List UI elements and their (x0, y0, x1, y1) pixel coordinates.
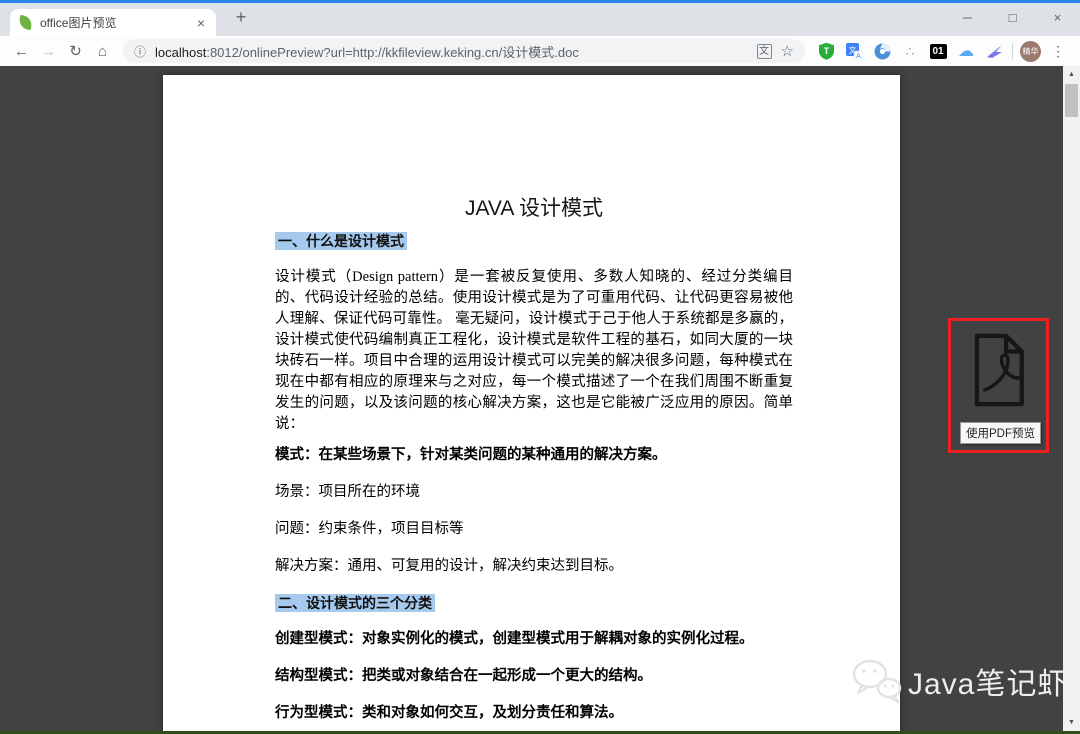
document-page: JAVA 设计模式 一、什么是设计模式 设计模式（Design pattern）… (163, 75, 900, 734)
new-tab-button[interactable]: + (228, 7, 254, 28)
section-heading: 二、设计模式的三个分类 (275, 593, 793, 613)
pdf-tooltip: 使用PDF预览 (960, 422, 1041, 444)
pdf-file-icon (974, 333, 1024, 407)
vertical-scrollbar[interactable]: ▲ ▼ (1063, 66, 1080, 734)
tab-title: office图片预览 (40, 16, 117, 30)
document-title: JAVA 设计模式 (464, 197, 604, 220)
browser-window: office图片预览 × + ─ □ × ← → ↻ ⌂ ⓘ localhost… (0, 0, 1080, 734)
scroll-up-icon[interactable]: ▲ (1063, 67, 1080, 82)
bold-line: 模式：在某些场景下，针对某类问题的某种通用的解决方案。 (275, 447, 667, 463)
bold-line: 结构型模式：把类或对象结合在一起形成一个更大的结构。 (275, 668, 652, 684)
window-minimize-button[interactable]: ─ (945, 3, 990, 33)
paragraph: 场景：项目所在的环境 (275, 484, 420, 500)
profile-avatar[interactable]: 精华 (1020, 40, 1041, 62)
url-text[interactable]: localhost:8012/onlinePreview?url=http://… (155, 42, 749, 61)
badge-01-label: 01 (929, 43, 947, 59)
tab-strip: office图片预览 × + ─ □ × (0, 3, 1080, 36)
badge-01-extension-icon[interactable]: 01 (929, 42, 947, 60)
tree-extension-icon[interactable]: ∴ (901, 42, 919, 60)
page-viewport: JAVA 设计模式 一、什么是设计模式 设计模式（Design pattern）… (0, 66, 1080, 734)
window-maximize-button[interactable]: □ (990, 3, 1035, 33)
browser-tab[interactable]: office图片预览 × (10, 9, 216, 36)
spring-leaf-favicon (17, 14, 34, 31)
menu-dots-icon[interactable]: ⋮ (1044, 43, 1072, 60)
translate-extension-icon[interactable]: 文A (845, 42, 863, 60)
bold-line: 创建型模式：对象实例化的模式，创建型模式用于解耦对象的实例化过程。 (275, 631, 754, 647)
bird-extension-icon[interactable] (985, 42, 1003, 60)
url-path: :8012/onlinePreview?url=http://kkfilevie… (206, 44, 579, 60)
address-bar[interactable]: ⓘ localhost:8012/onlinePreview?url=http:… (123, 39, 805, 63)
forward-button[interactable]: → (35, 43, 62, 60)
reload-button[interactable]: ↻ (62, 42, 89, 60)
translate-page-icon[interactable]: 文 (756, 43, 772, 59)
paragraph: 设计模式（Design pattern）是一套被反复使用、多数人知晓的、经过分类… (275, 269, 793, 432)
section-heading: 一、什么是设计模式 (275, 231, 793, 251)
svg-text:T: T (823, 46, 829, 56)
toolbar-divider (1012, 43, 1013, 59)
swirl-extension-icon[interactable] (873, 42, 891, 60)
bold-line: 行为型模式：类和对象如何交互，及划分责任和算法。 (275, 705, 623, 721)
svg-text:A: A (856, 53, 861, 60)
document-body: JAVA 设计模式 一、什么是设计模式 设计模式（Design pattern）… (163, 75, 900, 734)
window-close-button[interactable]: × (1035, 3, 1080, 33)
watermark-text: Java笔记虾 (908, 668, 1069, 701)
page-info-icon[interactable]: ⓘ (134, 43, 146, 60)
paragraph: 解决方案：通用、可复用的设计，解决约束达到目标。 (275, 558, 623, 574)
extension-icons: T 文A ∴ 01 ☁ (812, 42, 1008, 60)
home-button[interactable]: ⌂ (89, 43, 116, 60)
scrollbar-thumb[interactable] (1065, 84, 1078, 117)
browser-toolbar: ← → ↻ ⌂ ⓘ localhost:8012/onlinePreview?u… (0, 36, 1080, 66)
scroll-down-icon[interactable]: ▼ (1063, 715, 1080, 730)
window-controls: ─ □ × (945, 3, 1080, 33)
bookmark-star-icon[interactable]: ☆ (781, 42, 794, 60)
url-host: localhost (155, 44, 207, 60)
paragraph: 问题：约束条件，项目目标等 (275, 521, 464, 537)
back-button[interactable]: ← (8, 43, 35, 60)
tab-close-icon[interactable]: × (195, 15, 207, 31)
shield-extension-icon[interactable]: T (817, 42, 835, 60)
pdf-preview-button[interactable]: 使用PDF预览 (948, 318, 1049, 453)
cloud-extension-icon[interactable]: ☁ (957, 42, 975, 60)
